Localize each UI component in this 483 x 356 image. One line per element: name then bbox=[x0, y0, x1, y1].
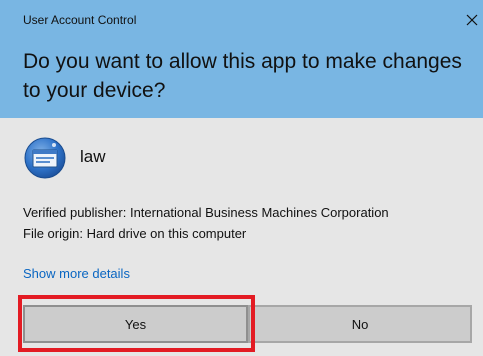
show-more-details-link[interactable]: Show more details bbox=[23, 266, 130, 281]
yes-button[interactable]: Yes bbox=[23, 305, 248, 343]
no-button[interactable]: No bbox=[248, 305, 472, 343]
close-icon[interactable] bbox=[464, 12, 480, 28]
app-window-icon bbox=[24, 137, 66, 179]
uac-dialog: User Account Control Do you want to allo… bbox=[0, 0, 483, 356]
app-name: law bbox=[80, 147, 106, 166]
file-origin-info: File origin: Hard drive on this computer bbox=[23, 226, 247, 241]
window-title: User Account Control bbox=[23, 13, 137, 27]
dialog-header: User Account Control Do you want to allo… bbox=[0, 0, 483, 118]
publisher-info: Verified publisher: International Busine… bbox=[23, 205, 389, 220]
prompt-question: Do you want to allow this app to make ch… bbox=[23, 50, 462, 102]
